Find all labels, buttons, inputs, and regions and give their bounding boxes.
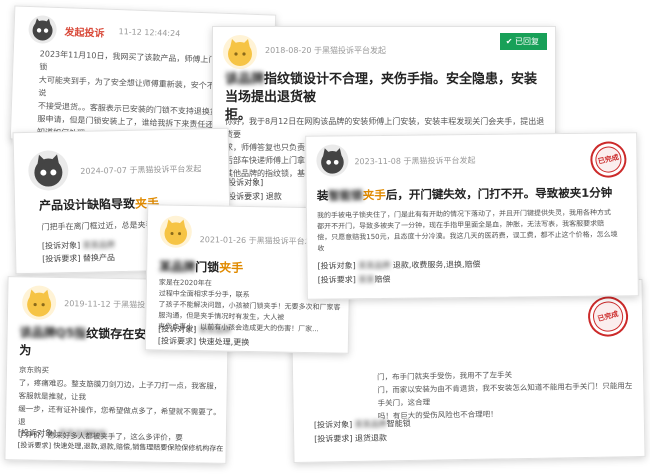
check-icon: ✔ <box>505 37 515 46</box>
complaint-object: [投诉对象] 某某品牌智能 <box>17 428 107 439</box>
complaint-request: [投诉要求] 快速处理,更换 <box>157 336 250 348</box>
completed-stamp: 已完成 <box>583 292 633 342</box>
complaint-text: 门，布手门就夹手受伤，我用不了左手关 门，而家以安装为由不肯退货，我不安装怎么知… <box>377 370 633 421</box>
complaint-object: [投诉对象] 某某品牌 退款,收费服务,退换,赔偿 <box>317 259 481 271</box>
cat-avatar <box>223 35 257 69</box>
post-time: 2023-11-08 于黑猫投诉平台发起 <box>354 155 476 167</box>
cat-avatar <box>316 144 349 177</box>
complaint-request: [投诉要求] 退款 <box>225 192 282 201</box>
complaint-request: [投诉要求] 替换产品 <box>42 253 116 264</box>
post-time: 2024-07-07 于黑猫投诉平台发起 <box>80 164 202 176</box>
cat-avatar <box>21 285 57 320</box>
complaint-object: [投诉对象] 某某品牌智能锁 <box>313 419 411 430</box>
post-time: 2021-01-26 于黑猫投诉平台发起 <box>199 235 321 247</box>
cat-avatar <box>27 150 69 191</box>
cat-avatar <box>28 14 58 44</box>
author-name: 发起投诉 <box>64 27 105 40</box>
complaint-text: 我的手被电子锁夹住了，门是此有有开助的情况下落动了，并且开门键提供失灵，我用各种… <box>316 208 618 253</box>
replied-badge: ✔ 已回复 <box>499 33 547 50</box>
complaint-object: [投诉对象] 某某品牌 <box>41 240 115 251</box>
post-time: 11-12 12:44:24 <box>118 27 181 39</box>
post-time: 2018-08-20 于黑猫投诉平台发起 <box>265 46 387 55</box>
complaint-object: [投诉对象] <box>225 178 264 187</box>
complaint-card-6[interactable]: 2023-11-08 于黑猫投诉平台发起 已完成 装智能锁夹手后，开门键失效，门… <box>305 132 639 300</box>
completed-stamp: 已完成 <box>586 138 630 182</box>
complaint-title[interactable]: 装智能锁夹手后，开门键失效，门打不开。导致被夹1分钟 <box>317 183 633 204</box>
complaint-request: [投诉要求] 退货退款 <box>314 433 388 444</box>
complaint-object: [投诉对象] 某某品牌 <box>158 324 231 335</box>
complaint-request: [投诉要求] 某某赔偿 <box>317 274 391 285</box>
cat-avatar <box>159 215 193 249</box>
